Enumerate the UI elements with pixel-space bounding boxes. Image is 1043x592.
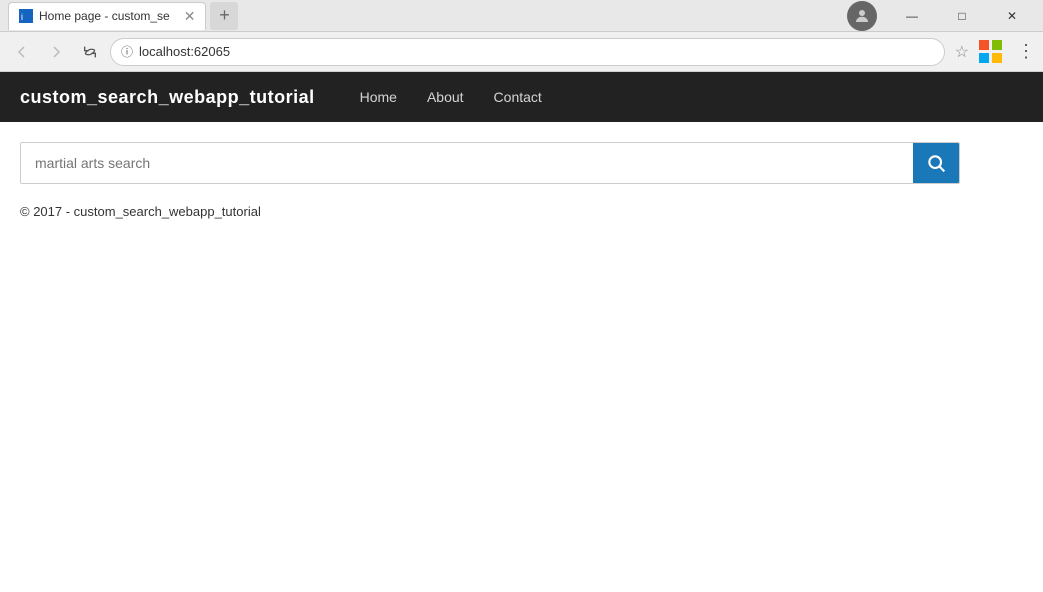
tab-favicon: i — [19, 9, 33, 23]
more-options-icon[interactable]: ⋮ — [1017, 41, 1035, 62]
address-input-wrap: ⓘ — [110, 38, 945, 66]
navbar-brand: custom_search_webapp_tutorial — [20, 87, 315, 108]
nav-link-about[interactable]: About — [412, 72, 479, 122]
footer-text: © 2017 - custom_search_webapp_tutorial — [20, 204, 1023, 219]
main-content: © 2017 - custom_search_webapp_tutorial — [0, 122, 1043, 592]
webpage: custom_search_webapp_tutorial Home About… — [0, 72, 1043, 592]
address-bar: ⓘ ☆ ⋮ — [0, 32, 1043, 72]
forward-button[interactable] — [42, 38, 70, 66]
bookmark-icon[interactable]: ☆ — [955, 42, 969, 62]
windows-icon-blue — [979, 53, 989, 63]
search-input[interactable] — [21, 143, 913, 183]
navbar: custom_search_webapp_tutorial Home About… — [0, 72, 1043, 122]
windows-icon-red — [979, 40, 989, 50]
title-bar-left: i Home page - custom_se ✕ + — [8, 2, 238, 30]
tab-title: Home page - custom_se — [39, 9, 170, 23]
search-container — [20, 142, 960, 184]
minimize-button[interactable]: — — [889, 0, 935, 32]
address-input[interactable] — [139, 44, 934, 59]
maximize-button[interactable]: □ — [939, 0, 985, 32]
title-bar-right: — □ ✕ — [847, 0, 1035, 32]
nav-link-home[interactable]: Home — [345, 72, 412, 122]
back-button[interactable] — [8, 38, 36, 66]
nav-link-contact[interactable]: Contact — [479, 72, 557, 122]
browser-frame: i Home page - custom_se ✕ + — □ ✕ — [0, 0, 1043, 592]
refresh-button[interactable] — [76, 38, 104, 66]
navbar-links: Home About Contact — [345, 72, 557, 122]
windows-icon-yellow — [992, 53, 1002, 63]
search-button[interactable] — [913, 143, 959, 183]
new-tab-button[interactable]: + — [210, 2, 238, 30]
close-button[interactable]: ✕ — [989, 0, 1035, 32]
search-icon — [926, 153, 946, 173]
tab-close-button[interactable]: ✕ — [184, 8, 196, 25]
browser-tab[interactable]: i Home page - custom_se ✕ — [8, 2, 206, 30]
title-bar: i Home page - custom_se ✕ + — □ ✕ — [0, 0, 1043, 32]
profile-button[interactable] — [847, 1, 877, 31]
svg-text:i: i — [21, 12, 23, 22]
windows-icon-green — [992, 40, 1002, 50]
windows-button[interactable] — [979, 40, 1003, 64]
info-icon: ⓘ — [121, 43, 133, 60]
